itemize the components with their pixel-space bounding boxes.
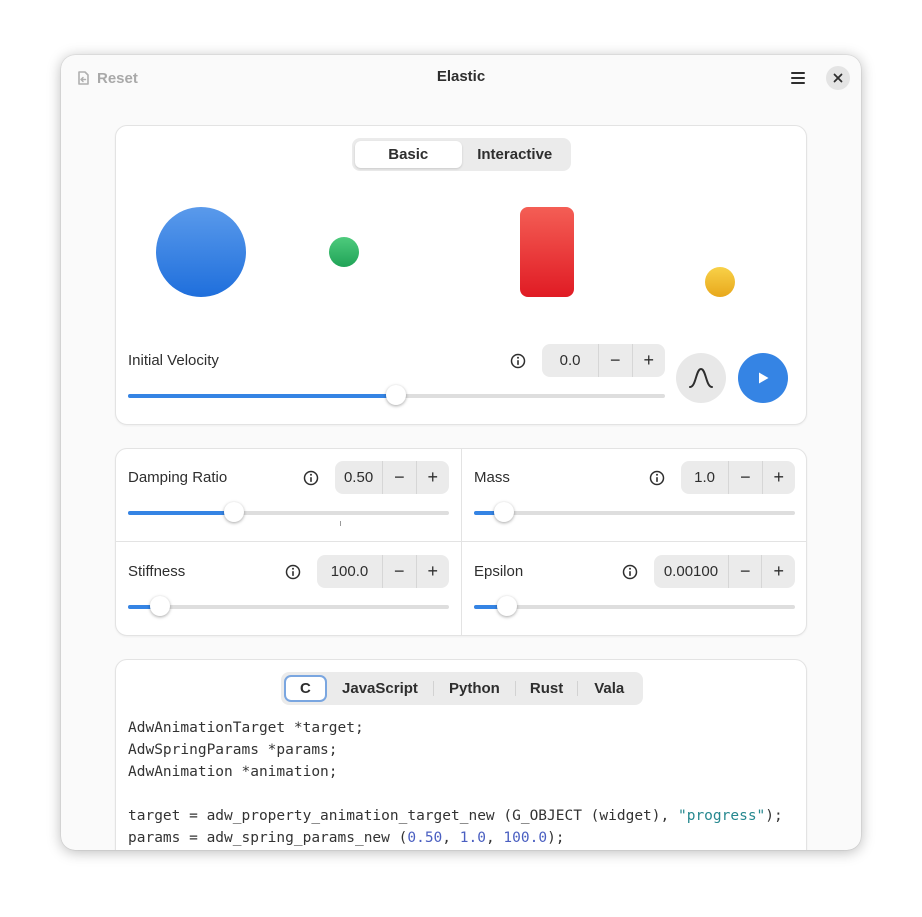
tab-interactive[interactable]: Interactive <box>462 141 569 168</box>
headerbar: Reset Elastic <box>61 55 861 101</box>
initial-velocity-value[interactable]: 0.0 <box>542 344 598 377</box>
slider-mark <box>340 521 341 526</box>
decrement-button[interactable]: − <box>728 461 761 494</box>
damping-ratio-spinbutton: 0.50 − + <box>335 461 449 494</box>
tab-javascript[interactable]: JavaScript <box>327 675 433 702</box>
play-button[interactable] <box>738 353 788 403</box>
damping-ratio-slider[interactable] <box>128 502 449 522</box>
play-icon <box>759 372 769 384</box>
curve-button[interactable] <box>676 353 726 403</box>
increment-button[interactable]: + <box>761 461 795 494</box>
epsilon-value[interactable]: 0.00100 <box>654 555 728 588</box>
close-icon <box>833 73 843 83</box>
tab-c[interactable]: C <box>284 675 327 702</box>
decrement-button[interactable]: − <box>382 461 415 494</box>
initial-velocity-slider[interactable] <box>128 385 665 405</box>
green-ball <box>329 237 359 267</box>
stiffness-value[interactable]: 100.0 <box>317 555 382 588</box>
close-button[interactable] <box>826 66 850 90</box>
info-icon[interactable] <box>622 564 638 580</box>
code-view[interactable]: AdwAnimationTarget *target; AdwSpringPar… <box>128 717 783 849</box>
tab-vala[interactable]: Vala <box>578 675 640 702</box>
epsilon-slider[interactable] <box>474 596 795 616</box>
parameters-card: Damping Ratio 0.50 − + Mass 1.0 − + Stif… <box>115 448 807 636</box>
slider-handle[interactable] <box>386 385 406 405</box>
info-icon[interactable] <box>510 353 526 369</box>
epsilon-spinbutton: 0.00100 − + <box>654 555 795 588</box>
increment-button[interactable]: + <box>761 555 795 588</box>
increment-button[interactable]: + <box>415 461 449 494</box>
window-title: Elastic <box>436 68 486 85</box>
initial-velocity-label: Initial Velocity <box>128 352 219 369</box>
damping-ratio-value[interactable]: 0.50 <box>335 461 382 494</box>
info-icon[interactable] <box>303 470 319 486</box>
tab-basic[interactable]: Basic <box>355 141 462 168</box>
code-line: AdwAnimationTarget *target; <box>128 720 364 736</box>
preview-card: Basic Interactive Initial Velocity 0.0 −… <box>115 125 807 425</box>
initial-velocity-spinbutton: 0.0 − + <box>542 344 665 377</box>
code-line: AdwAnimation *animation; <box>128 764 338 780</box>
mass-slider[interactable] <box>474 502 795 522</box>
horizontal-divider <box>116 541 806 542</box>
increment-button[interactable]: + <box>631 344 665 377</box>
mode-toggle-group: Basic Interactive <box>352 138 571 171</box>
code-card: C JavaScript Python Rust Vala AdwAnimati… <box>115 659 807 850</box>
tab-python[interactable]: Python <box>434 675 515 702</box>
red-rectangle <box>520 207 574 297</box>
yellow-ball <box>705 267 735 297</box>
language-toggle-group: C JavaScript Python Rust Vala <box>281 672 643 705</box>
vertical-divider <box>461 449 462 635</box>
decrement-button[interactable]: − <box>598 344 631 377</box>
slider-handle[interactable] <box>497 596 517 616</box>
epsilon-label: Epsilon <box>474 563 524 580</box>
info-icon[interactable] <box>649 470 665 486</box>
decrement-button[interactable]: − <box>727 555 762 588</box>
info-icon[interactable] <box>285 564 301 580</box>
bell-curve-icon <box>689 367 713 388</box>
code-line: AdwSpringParams *params; <box>128 742 338 758</box>
stiffness-label: Stiffness <box>128 563 186 580</box>
slider-handle[interactable] <box>224 502 244 522</box>
mass-value[interactable]: 1.0 <box>681 461 728 494</box>
code-line: target = adw_property_animation_target_n… <box>128 808 783 824</box>
stiffness-spinbutton: 100.0 − + <box>317 555 449 588</box>
decrement-button[interactable]: − <box>382 555 416 588</box>
code-line: params = adw_spring_params_new (0.50, 1.… <box>128 830 565 846</box>
hamburger-menu-icon <box>791 72 805 84</box>
app-window: Reset Elastic Basic Interactive Initial … <box>61 55 861 850</box>
mass-label: Mass <box>474 469 510 486</box>
stiffness-slider[interactable] <box>128 596 449 616</box>
tab-rust[interactable]: Rust <box>516 675 578 702</box>
slider-handle[interactable] <box>150 596 170 616</box>
main-menu-button[interactable] <box>785 67 811 89</box>
increment-button[interactable]: + <box>415 555 450 588</box>
damping-ratio-label: Damping Ratio <box>128 469 228 486</box>
blue-ball <box>156 207 246 297</box>
mass-spinbutton: 1.0 − + <box>681 461 795 494</box>
slider-handle[interactable] <box>494 502 514 522</box>
